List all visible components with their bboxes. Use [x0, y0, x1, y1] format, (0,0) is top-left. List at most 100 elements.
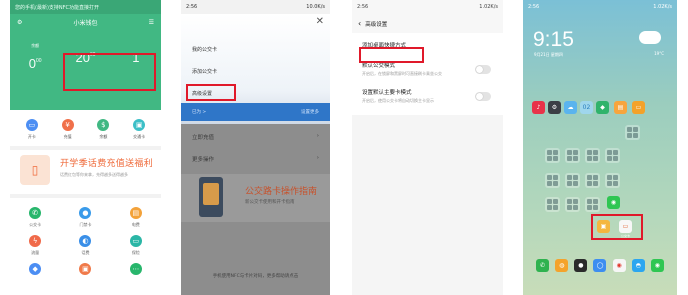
phone-wallet-home: 您的手机(最新)支持NFC功能直接打开 ⚙ 小米钱包 ☰ 余额 000 2000…	[10, 0, 161, 295]
folder-icon[interactable]	[565, 148, 580, 163]
phone-icon[interactable]: ✆	[536, 258, 550, 272]
folder-icon[interactable]	[585, 173, 600, 188]
status-text: 您的手机(最新)支持NFC功能直接打开	[15, 4, 100, 11]
gear-icon[interactable]: ⚙	[548, 101, 561, 114]
bus-icon: ▣	[133, 119, 146, 131]
service-item[interactable]: ⋯	[111, 263, 161, 278]
row-label: 更多操作	[192, 157, 215, 163]
weather-temp: 19°C	[654, 51, 664, 56]
phone-bus-card-menu: 2:56 10.0K/s ✕ 我的公交卡 添加公交卡 高级设置 已为 > 设置更…	[181, 0, 330, 295]
guide-title: 公交路卡操作指南	[245, 187, 318, 197]
electric-icon: ϟ	[29, 235, 42, 247]
shield-icon: ◆	[29, 263, 42, 275]
card-strip-left: 已为 >	[192, 110, 207, 115]
weather-app-icon[interactable]: ☁	[564, 101, 577, 114]
row-more-actions[interactable]: 更多操作 ›	[181, 149, 330, 169]
folder-icon[interactable]	[565, 197, 580, 212]
bus-mode-toggle[interactable]	[475, 65, 491, 74]
highlight-box	[359, 47, 424, 63]
folder-icon[interactable]	[545, 197, 560, 212]
quick-actions: ▭ 开卡 ¥ 充值 $ 余额 ▣ 交通卡	[10, 110, 161, 150]
bag-icon: ▣	[79, 263, 92, 275]
service-label: 门禁卡	[79, 222, 92, 227]
folder-icon[interactable]	[545, 148, 560, 163]
wechat-icon[interactable]: ◉	[650, 258, 664, 272]
promo-banner[interactable]: ▯ 开学季话费充值送福利 话费红包等你来拿，充得越多送得越多	[10, 150, 161, 194]
quick-action[interactable]: ¥ 充值	[53, 119, 83, 140]
menu-item-my-card[interactable]: 我的公交卡	[192, 46, 217, 53]
settings-list: 添加桌面快捷方式 默认公交模式 开启后，在锁屏和黑屏时可直接刷卡乘坐公交 设置默…	[352, 33, 503, 115]
phone-advanced-settings: 2:56 1.02K/s ‹ 高级设置 添加桌面快捷方式 默认公交模式 开启后，…	[352, 0, 503, 295]
service-item[interactable]: ▣	[60, 263, 110, 278]
folder-icon[interactable]	[585, 197, 600, 212]
service-label: 话费	[81, 250, 90, 255]
stat-item[interactable]: 余额 000	[13, 43, 57, 72]
nav-bar: ‹ 高级设置	[352, 14, 503, 33]
guide-subtitle: 新公交卡使用和开卡指南	[245, 200, 295, 205]
chevron-right-icon: ›	[316, 133, 319, 139]
card-strip-right[interactable]: 设置更多	[301, 109, 319, 115]
clock-widget[interactable]: 9:15	[533, 28, 574, 52]
weibo-icon[interactable]: ◉	[612, 258, 626, 272]
dock: ✆ ◍ ● ◯ ◉ ◓ ◉	[523, 256, 677, 274]
back-icon[interactable]: ‹	[358, 19, 361, 28]
service-label: 流量	[31, 250, 40, 255]
status-time: 2:56	[357, 4, 369, 10]
card-icon: ▭	[25, 119, 38, 131]
folder-icon[interactable]	[545, 173, 560, 188]
notes-icon[interactable]: ▤	[614, 101, 627, 114]
status-bar: 2:56 1.02K/s	[523, 0, 677, 14]
guide-banner[interactable]: 公交路卡操作指南 新公交卡使用和开卡指南	[181, 174, 330, 222]
row-recharge[interactable]: 立即充值 ›	[181, 127, 330, 147]
card-mode-toggle[interactable]	[475, 92, 491, 101]
browser-icon[interactable]: ◯	[593, 258, 607, 272]
qq-icon[interactable]: ◓	[631, 258, 645, 272]
quick-action[interactable]: $ 余额	[88, 119, 118, 140]
water-icon: ●	[79, 207, 92, 219]
status-bar: 您的手机(最新)支持NFC功能直接打开	[10, 0, 161, 14]
stat-value: 0	[28, 56, 36, 71]
service-item[interactable]: ϟ 流量	[10, 235, 60, 256]
status-bar: 2:56 10.0K/s	[181, 0, 330, 14]
chevron-right-icon: ›	[316, 155, 319, 161]
menu-icon[interactable]: ☰	[149, 19, 154, 26]
folder-icon[interactable]	[585, 148, 600, 163]
stat-label: 余额	[31, 43, 40, 48]
clock-date: 9月21日 星期四	[534, 52, 563, 57]
recharge-icon: ¥	[61, 119, 74, 131]
close-icon[interactable]: ✕	[316, 16, 324, 27]
more-icon: ⋯	[129, 263, 142, 275]
service-item[interactable]: ◐ 话费	[60, 235, 110, 256]
service-item[interactable]: ▭ 保险	[111, 235, 161, 256]
folder-icon[interactable]	[605, 148, 620, 163]
folder-icon[interactable]	[605, 173, 620, 188]
menu-item-add-card[interactable]: 添加公交卡	[192, 68, 217, 75]
shield-icon[interactable]: ◆	[596, 101, 609, 114]
contacts-icon[interactable]: ◍	[555, 258, 569, 272]
folder-icon[interactable]	[625, 125, 640, 140]
quick-action[interactable]: ▣ 交通卡	[124, 119, 154, 140]
service-item[interactable]: ✆ 公交卡	[10, 207, 60, 228]
service-item[interactable]: ▤ 电费	[111, 207, 161, 228]
status-speed: 1.02K/s	[653, 4, 672, 10]
cloud-icon[interactable]	[639, 31, 661, 44]
page-title: 高级设置	[365, 21, 388, 28]
calendar-icon[interactable]: 02	[580, 101, 593, 114]
row-label: 立即充值	[192, 135, 215, 141]
music-icon[interactable]: ♪	[532, 101, 545, 114]
gallery-icon[interactable]: ▭	[632, 101, 645, 114]
quick-action[interactable]: ▭ 开卡	[17, 119, 47, 140]
setting-desc: 开启后，使用公交卡将自动切换主卡显示	[362, 98, 434, 103]
setting-title: 设置默认主要卡模式	[362, 90, 412, 96]
phone-illustration-icon: ▯	[20, 155, 50, 185]
service-item[interactable]: ● 门禁卡	[60, 207, 110, 228]
status-speed: 10.0K/s	[306, 4, 325, 10]
settings-icon[interactable]: ⚙	[17, 19, 22, 26]
wechat-icon[interactable]: ◉	[607, 196, 620, 209]
status-time: 2:56	[186, 4, 198, 10]
folder-icon[interactable]	[565, 173, 580, 188]
quick-label: 余额	[99, 134, 108, 139]
camera-icon[interactable]: ●	[574, 258, 588, 272]
service-item[interactable]: ◆	[10, 263, 60, 278]
banner-subtitle: 话费红包等你来拿，充得越多送得越多	[60, 172, 128, 177]
